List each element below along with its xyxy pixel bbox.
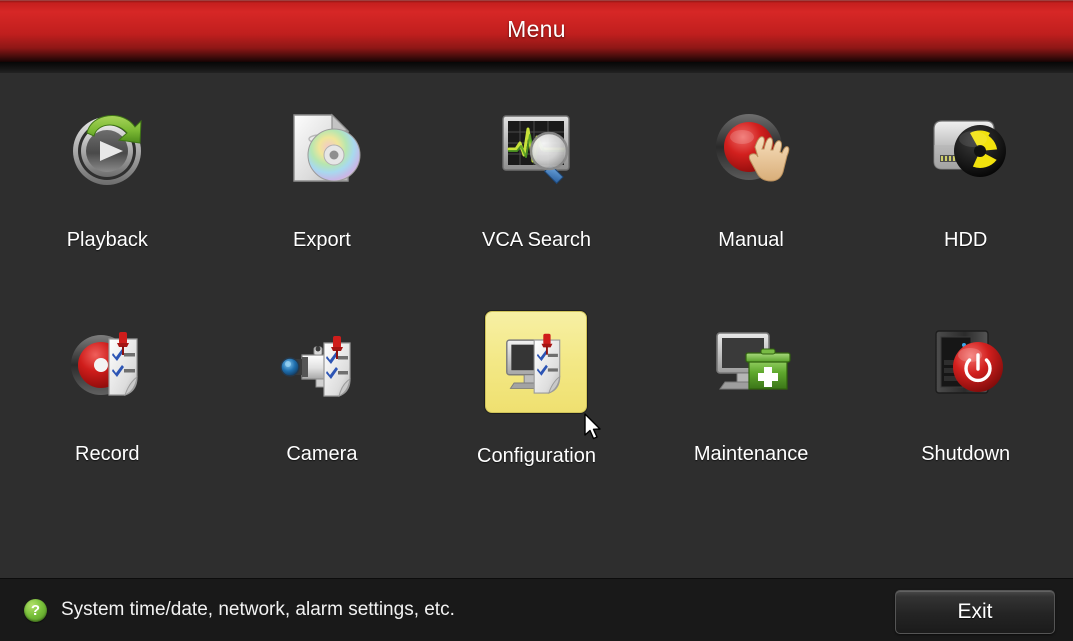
menu-item-configuration[interactable]: Configuration: [429, 311, 644, 527]
hdd-icon: [933, 120, 1006, 177]
vca-search-icon-box[interactable]: [486, 95, 586, 195]
playback-icon: [73, 115, 142, 185]
menu-item-vca-search[interactable]: VCA Search: [429, 95, 644, 311]
menu-item-label: Export: [292, 229, 351, 251]
menu-item-hdd[interactable]: HDD: [858, 95, 1073, 311]
menu-item-label: Configuration: [477, 445, 596, 467]
menu-item-shutdown[interactable]: Shutdown: [858, 311, 1073, 527]
hdd-icon-box[interactable]: [916, 95, 1016, 195]
menu-item-camera[interactable]: Camera: [215, 311, 430, 527]
shutdown-icon-box[interactable]: [916, 311, 1016, 411]
status-bar: ? System time/date, network, alarm setti…: [0, 578, 1073, 641]
nvr-menu-screen: Menu Playback Export VCA Search Manual H…: [0, 0, 1073, 641]
menu-item-label: Shutdown: [921, 443, 1011, 465]
configuration-icon-box[interactable]: [485, 311, 588, 413]
menu-item-manual[interactable]: Manual: [644, 95, 859, 311]
manual-icon-box[interactable]: [701, 95, 801, 195]
export-icon-box[interactable]: [272, 95, 372, 195]
export-icon: [293, 113, 361, 182]
menu-item-label: Record: [75, 443, 140, 465]
page-title: Menu: [507, 16, 566, 42]
menu-item-label: Camera: [286, 443, 358, 465]
hint-text: System time/date, network, alarm setting…: [61, 599, 455, 620]
hint-area: ? System time/date, network, alarm setti…: [24, 579, 455, 641]
menu-item-label: Playback: [66, 229, 148, 251]
title-bar-shadow: [0, 62, 1073, 73]
exit-button[interactable]: Exit: [895, 590, 1055, 634]
maintenance-icon: [716, 332, 791, 390]
menu-grid: Playback Export VCA Search Manual HDD Re…: [0, 73, 1073, 578]
record-icon-box[interactable]: [57, 311, 157, 411]
menu-item-maintenance[interactable]: Maintenance: [644, 311, 859, 527]
menu-item-label: VCA Search: [482, 229, 591, 251]
configuration-icon: [506, 333, 561, 394]
menu-item-record[interactable]: Record: [0, 311, 215, 527]
manual-icon: [716, 114, 790, 182]
menu-item-playback[interactable]: Playback: [0, 95, 215, 311]
title-bar: Menu: [0, 0, 1073, 62]
vca-search-icon: [502, 115, 571, 185]
question-mark-icon: ?: [24, 598, 47, 622]
maintenance-icon-box[interactable]: [701, 311, 801, 411]
exit-button-label: Exit: [957, 600, 993, 623]
camera-icon: [280, 336, 351, 397]
playback-icon-box[interactable]: [57, 95, 157, 195]
shutdown-icon: [934, 330, 1003, 394]
menu-item-export[interactable]: Export: [215, 95, 430, 311]
menu-item-label: Manual: [718, 229, 784, 251]
camera-icon-box[interactable]: [272, 311, 372, 411]
menu-item-label: HDD: [944, 229, 988, 251]
menu-item-label: Maintenance: [693, 443, 809, 465]
record-icon: [71, 332, 138, 396]
